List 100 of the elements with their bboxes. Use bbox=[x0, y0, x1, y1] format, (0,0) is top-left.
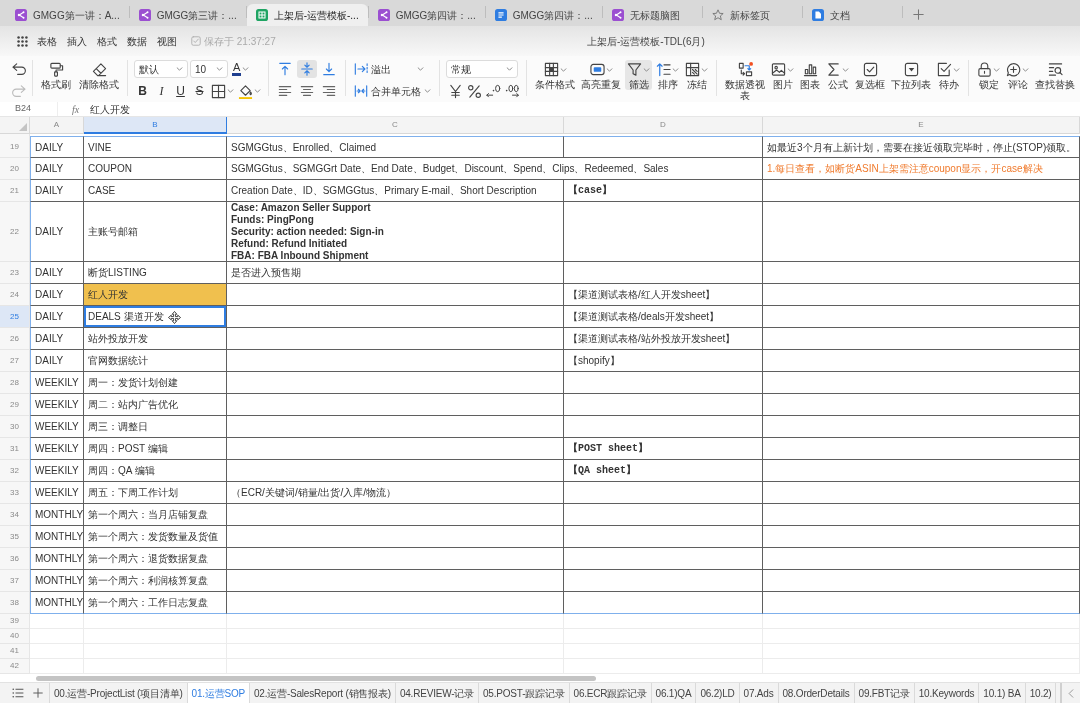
plus-icon[interactable] bbox=[33, 688, 43, 698]
sort-button[interactable]: 排序 bbox=[654, 60, 681, 90]
name-box[interactable]: B24 bbox=[0, 102, 58, 116]
lock-button[interactable]: 锁定 bbox=[975, 60, 1002, 90]
overflow-icon bbox=[354, 62, 368, 76]
dropdown-list-button[interactable]: 下拉列表 bbox=[889, 60, 933, 90]
sheet-tab[interactable]: 08.OrderDetails bbox=[778, 683, 855, 703]
browser-tab[interactable]: GMGG第四讲：... bbox=[485, 4, 602, 26]
font-color-button[interactable]: A bbox=[230, 60, 252, 78]
horizontal-scrollbar[interactable] bbox=[36, 675, 596, 681]
conditional-format-button[interactable]: 条件格式 bbox=[533, 60, 577, 90]
column-header[interactable]: B bbox=[84, 117, 227, 134]
percent-icon[interactable] bbox=[467, 83, 482, 99]
bold-button[interactable]: B bbox=[134, 82, 151, 100]
menu-item[interactable]: 视图 bbox=[157, 33, 177, 49]
formula-input[interactable]: 红人开发 bbox=[86, 102, 1080, 116]
row-number[interactable]: 29 bbox=[0, 394, 30, 416]
clear-format-button[interactable]: 清除格式 bbox=[77, 60, 121, 90]
row-number[interactable]: 23 bbox=[0, 262, 30, 284]
row-number[interactable]: 39 bbox=[0, 614, 30, 629]
row-number[interactable]: 26 bbox=[0, 328, 30, 350]
column-header[interactable]: D bbox=[564, 117, 763, 134]
decrease-decimal-icon[interactable] bbox=[486, 84, 501, 98]
insert-tickbox-button[interactable]: 复选框 bbox=[853, 60, 887, 90]
underline-button[interactable]: U bbox=[172, 82, 189, 100]
menu-item[interactable]: 插入 bbox=[67, 33, 87, 49]
yen-icon[interactable] bbox=[448, 83, 463, 99]
sheet-tab[interactable]: 10.Keywords bbox=[914, 683, 980, 703]
menu-item[interactable]: 数据 bbox=[127, 33, 147, 49]
sheet-tab[interactable]: 05.POST-跟踪记录 bbox=[479, 683, 570, 703]
menu-item[interactable]: 表格 bbox=[37, 33, 57, 49]
formula-button[interactable]: 公式 bbox=[824, 60, 851, 90]
sheet-tab[interactable]: 10.1) BA bbox=[979, 683, 1026, 703]
fill-color-button[interactable] bbox=[237, 82, 262, 100]
borders-button[interactable] bbox=[210, 82, 235, 100]
row-number[interactable]: 31 bbox=[0, 438, 30, 460]
sheet-tab[interactable]: 01.运营SOP bbox=[187, 683, 250, 703]
image-button[interactable]: 图片 bbox=[769, 60, 796, 90]
strikethrough-button[interactable]: S bbox=[191, 82, 208, 100]
row-number[interactable]: 21 bbox=[0, 180, 30, 202]
align-middle-button[interactable] bbox=[297, 60, 317, 78]
row-number[interactable]: 27 bbox=[0, 350, 30, 372]
browser-tab[interactable]: 文档 bbox=[802, 4, 902, 26]
browser-tab[interactable]: 新标签页 bbox=[702, 4, 802, 26]
undo-icon[interactable] bbox=[12, 63, 26, 75]
row-number[interactable]: 40 bbox=[0, 629, 30, 644]
row-number[interactable]: 19 bbox=[0, 136, 30, 158]
text-wrap-dropdown[interactable]: 溢出 bbox=[352, 60, 426, 78]
row-number[interactable]: 20 bbox=[0, 158, 30, 180]
sheet-tab[interactable]: 10.2) bbox=[1025, 683, 1057, 703]
sheet-tab[interactable]: 07.Ads bbox=[739, 683, 779, 703]
row-number[interactable]: 28 bbox=[0, 372, 30, 394]
table-cell: Creation Date、ID、SGMGGtus、Primary E-mail、Short Description bbox=[227, 180, 564, 202]
row-number[interactable]: 41 bbox=[0, 644, 30, 659]
table-cell: 周四：QA 编辑 bbox=[84, 460, 227, 482]
browser-tab[interactable]: GMGG第一讲：A... bbox=[6, 4, 129, 26]
column-header[interactable]: C bbox=[227, 117, 564, 134]
browser-tab[interactable]: GMGG第四讲：... bbox=[368, 4, 485, 26]
table-cell: 如最近3个月有上新计划，需要在接近领取完毕时，停止(STOP)领取。 bbox=[763, 136, 1080, 158]
italic-button[interactable]: I bbox=[153, 82, 170, 100]
menu-item[interactable]: 格式 bbox=[97, 33, 117, 49]
format-painter-button[interactable]: 格式刷 bbox=[39, 60, 73, 90]
todo-button[interactable]: 待办 bbox=[935, 60, 962, 90]
font-dropdown[interactable]: 默认 bbox=[134, 60, 188, 78]
chart-button[interactable]: 图表 bbox=[798, 60, 822, 90]
row-number[interactable]: 36 bbox=[0, 548, 30, 570]
increase-decimal-icon[interactable] bbox=[505, 84, 520, 98]
row-number[interactable]: 37 bbox=[0, 570, 30, 592]
sheet-tab[interactable]: 06.ECR跟踪记录 bbox=[569, 683, 652, 703]
highlight-duplicates-button[interactable]: 高亮重复 bbox=[579, 60, 623, 90]
browser-tab[interactable]: GMGG第三讲：... bbox=[129, 4, 246, 26]
sheet-tab[interactable]: 00.运营-ProjectList (项目清单) bbox=[50, 683, 188, 703]
sheet-tab[interactable]: 02.运营-SalesReport (销售报表) bbox=[250, 683, 396, 703]
document-title: 上架后-运营模板-TDL(6月) bbox=[587, 34, 705, 49]
sheet-tab[interactable]: 06.2)LD bbox=[696, 683, 740, 703]
pivot-table-button[interactable]: 数据透视表 bbox=[723, 60, 767, 101]
list-icon[interactable] bbox=[12, 688, 24, 698]
apps-grid-icon[interactable] bbox=[17, 35, 28, 47]
table-cell: 官网数据统计 bbox=[84, 350, 227, 372]
filter-button[interactable]: 筛选 bbox=[625, 60, 652, 90]
table-cell: 【case】 bbox=[564, 180, 763, 202]
browser-tab[interactable]: 上架后-运营模板-... bbox=[246, 4, 368, 26]
comment-button[interactable]: 评论 bbox=[1004, 60, 1031, 90]
row-number[interactable]: 30 bbox=[0, 416, 30, 438]
merge-cells-button[interactable]: 合并单元格 bbox=[352, 82, 433, 100]
plus-icon[interactable] bbox=[912, 8, 924, 20]
font-size-dropdown[interactable]: 10 bbox=[190, 60, 228, 78]
sheet-tab[interactable]: 04.REVIEW-记录 bbox=[395, 683, 479, 703]
table-cell: WEEKILY bbox=[30, 394, 84, 416]
caret-icon bbox=[227, 89, 234, 93]
sheet-tab[interactable]: 09.FBT记录 bbox=[854, 683, 915, 703]
browser-tab[interactable]: 无标题脑图 bbox=[602, 4, 702, 26]
row-number[interactable]: 38 bbox=[0, 592, 30, 614]
freeze-button[interactable]: 冻结 bbox=[683, 60, 710, 90]
row-number[interactable]: 33 bbox=[0, 482, 30, 504]
tick-square-icon bbox=[862, 62, 878, 77]
number-format-dropdown[interactable]: 常规 bbox=[446, 60, 518, 78]
find-replace-button[interactable]: 查找替换 bbox=[1033, 60, 1077, 90]
sheet-tab[interactable]: 06.1)QA bbox=[651, 683, 697, 703]
table-cell: 【渠道测试表格/红人开发sheet】 bbox=[564, 284, 763, 306]
